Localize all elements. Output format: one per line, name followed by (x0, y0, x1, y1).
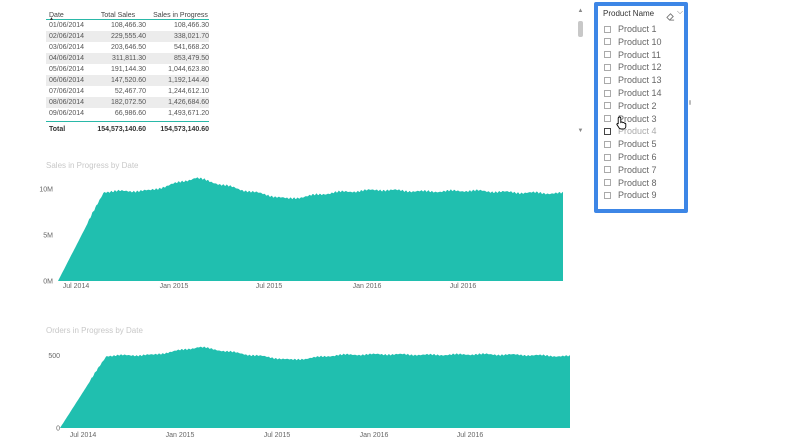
orders-in-progress-chart: 0 500 Jul 2014 Jan 2015 Jul 2015 Jan 2016 Jul … (48, 346, 570, 439)
y-tick-label: 500 (48, 353, 60, 360)
x-tick-label: Jul 2014 (70, 432, 97, 439)
x-tick-label: Jan 2015 (166, 432, 195, 439)
x-tick-label: Jul 2015 (264, 432, 291, 439)
x-tick-label: Jul 2016 (457, 432, 484, 439)
area-series[interactable] (60, 346, 570, 428)
y-tick-label: 0 (56, 426, 60, 433)
x-tick-label: Jan 2016 (360, 432, 389, 439)
